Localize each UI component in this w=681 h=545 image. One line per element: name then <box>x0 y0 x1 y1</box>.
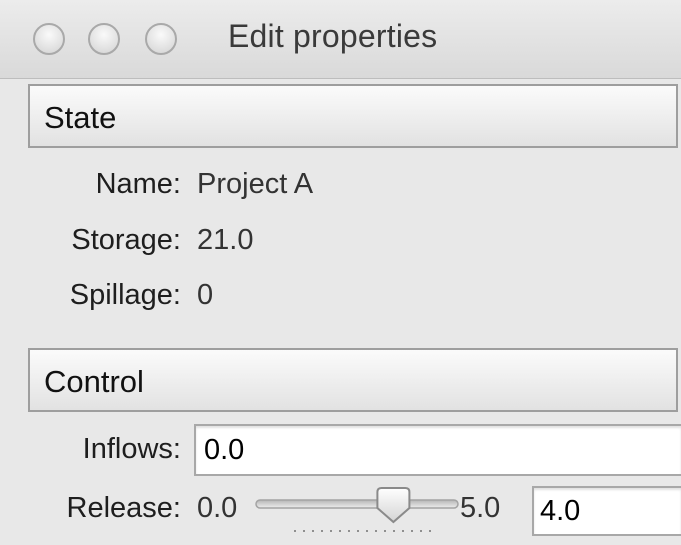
state-section-label: State <box>44 100 117 135</box>
slider-tick <box>348 530 350 532</box>
slider-tick <box>330 530 332 532</box>
release-value-input[interactable] <box>532 486 681 536</box>
inflows-label: Inflows: <box>82 433 181 465</box>
slider-tick <box>294 530 296 532</box>
slider-tick <box>375 530 377 532</box>
slider-tick <box>366 530 368 532</box>
window-title: Edit properties <box>228 18 438 54</box>
title-bar[interactable]: Edit properties <box>0 0 681 79</box>
control-section-label: Control <box>44 364 144 399</box>
slider-tick <box>429 530 431 532</box>
close-icon[interactable] <box>33 23 65 55</box>
slider-track <box>255 499 459 509</box>
slider-tick <box>303 530 305 532</box>
edit-properties-window: Edit properties State Name: Project A St… <box>0 0 681 545</box>
storage-value: 21.0 <box>197 224 254 256</box>
name-label: Name: <box>95 168 181 200</box>
slider-ticks <box>294 530 431 532</box>
slider-thumb-icon <box>376 487 411 524</box>
inflows-input[interactable] <box>194 424 681 476</box>
name-value: Project A <box>197 168 314 200</box>
slider-tick <box>357 530 359 532</box>
release-slider-min-label: 0.0 <box>197 492 238 524</box>
control-section-header: Control <box>28 348 678 412</box>
slider-tick <box>420 530 422 532</box>
zoom-icon[interactable] <box>145 23 177 55</box>
storage-label: Storage: <box>71 224 181 256</box>
slider-tick <box>321 530 323 532</box>
slider-tick <box>402 530 404 532</box>
spillage-label: Spillage: <box>69 279 181 311</box>
spillage-value: 0 <box>197 279 214 311</box>
minimize-icon[interactable] <box>88 23 120 55</box>
release-slider-max-label: 5.0 <box>460 492 501 524</box>
slider-tick <box>339 530 341 532</box>
slider-tick <box>384 530 386 532</box>
release-slider[interactable] <box>254 486 460 536</box>
slider-tick <box>393 530 395 532</box>
state-section-header: State <box>28 84 678 148</box>
slider-tick <box>312 530 314 532</box>
release-label: Release: <box>66 492 181 524</box>
slider-tick <box>411 530 413 532</box>
